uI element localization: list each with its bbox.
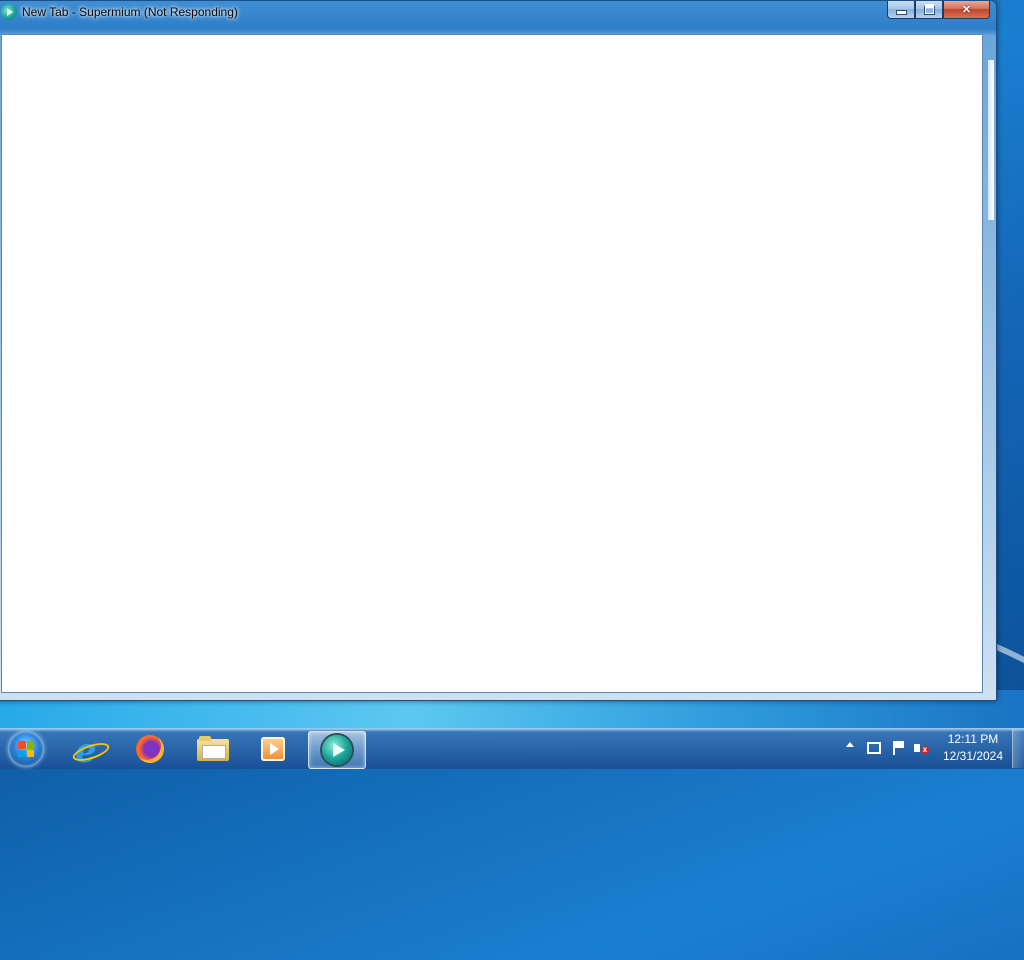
blank-page-content[interactable]	[1, 34, 983, 693]
file-explorer-icon	[197, 736, 229, 762]
action-center-flag-icon[interactable]	[890, 740, 906, 756]
window-edge-highlight	[988, 60, 994, 220]
minimize-icon	[895, 10, 907, 15]
clock-time: 12:11 PM	[947, 732, 999, 746]
start-button[interactable]	[8, 731, 44, 767]
maximize-icon	[923, 4, 935, 15]
close-icon: ✕	[961, 4, 972, 16]
show-desktop-button[interactable]	[1012, 729, 1024, 768]
browser-window[interactable]: New Tab - Supermium (Not Responding) ✕	[0, 0, 997, 701]
show-hidden-icons-arrow-icon[interactable]	[846, 742, 854, 747]
maximize-button[interactable]	[915, 1, 943, 19]
title-bar[interactable]: New Tab - Supermium (Not Responding) ✕	[0, 1, 996, 23]
media-player-icon	[261, 737, 285, 761]
caption-buttons: ✕	[887, 1, 990, 19]
supermium-app-icon[interactable]	[1, 4, 17, 20]
network-icon[interactable]	[866, 740, 882, 756]
firefox-icon	[136, 735, 164, 763]
taskbar-internet-explorer[interactable]: e	[61, 731, 117, 771]
window-title: New Tab - Supermium (Not Responding)	[22, 5, 238, 19]
supermium-icon	[322, 735, 352, 765]
taskbar-media-player[interactable]	[245, 731, 301, 767]
close-button[interactable]: ✕	[943, 1, 990, 19]
taskbar-supermium[interactable]	[308, 731, 366, 769]
internet-explorer-icon: e	[70, 731, 112, 771]
volume-muted-icon[interactable]: x	[913, 740, 929, 756]
taskbar-file-explorer[interactable]	[185, 731, 241, 767]
system-clock[interactable]: 12:11 PM 12/31/2024	[936, 731, 1010, 767]
taskbar-firefox[interactable]	[122, 731, 178, 767]
clock-date: 12/31/2024	[942, 749, 1004, 763]
minimize-button[interactable]	[887, 1, 915, 19]
windows-logo-icon	[18, 741, 34, 757]
